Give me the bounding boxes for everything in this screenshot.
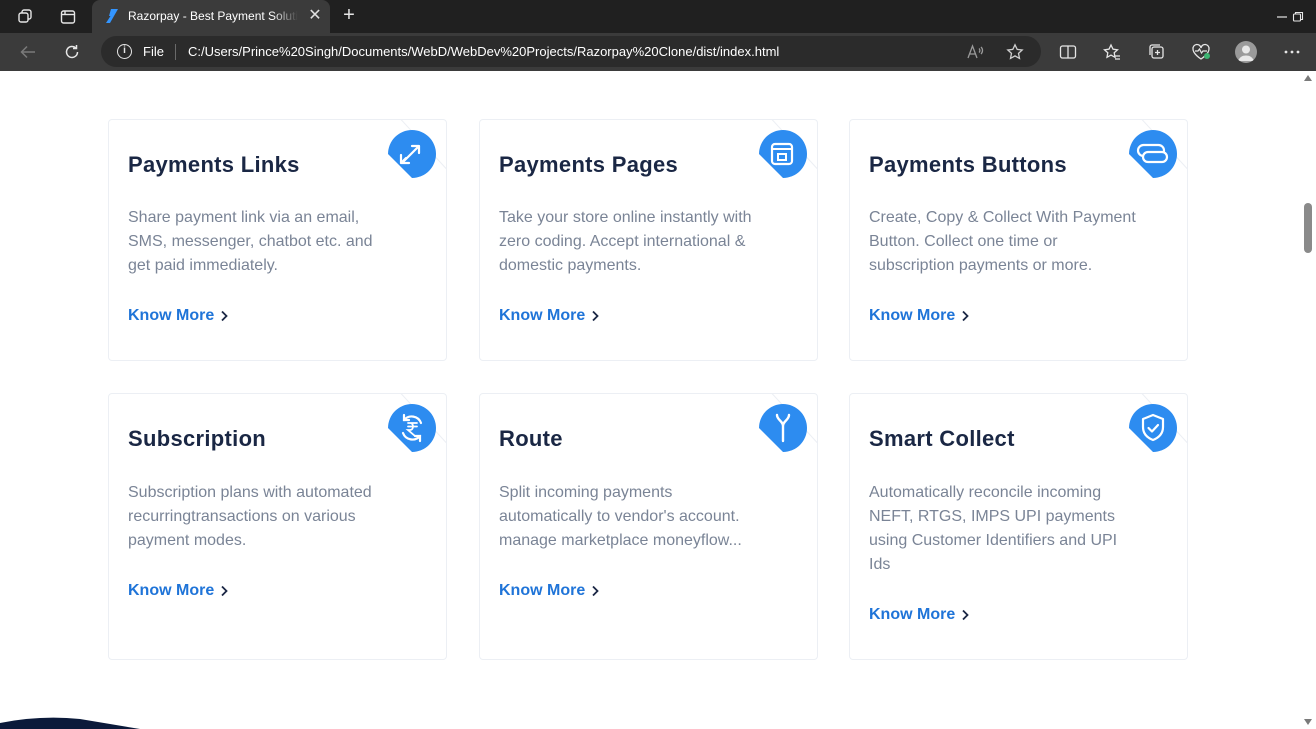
payment-button-icon xyxy=(1129,130,1177,178)
card-payments-links: Payments Links Share payment link via an… xyxy=(108,119,447,361)
know-more-link[interactable]: Know More xyxy=(499,307,599,325)
tab-actions-icon[interactable] xyxy=(57,6,79,28)
url-text[interactable]: C:/Users/Prince%20Singh/Documents/WebD/W… xyxy=(188,44,779,59)
page-viewport: Payments Links Share payment link via an… xyxy=(0,71,1316,729)
card-route: Route Split incoming payments automatica… xyxy=(479,393,818,660)
card-title: Payments Pages xyxy=(499,152,679,177)
card-title: Payments Buttons xyxy=(869,152,1067,177)
shield-check-icon xyxy=(1129,404,1177,452)
restore-icon[interactable] xyxy=(1287,6,1309,28)
know-more-label: Know More xyxy=(499,307,586,324)
chevron-right-icon xyxy=(962,310,969,322)
know-more-link[interactable]: Know More xyxy=(128,307,228,325)
card-description: Automatically reconcile incoming NEFT, R… xyxy=(869,484,1118,573)
browser-essentials-icon[interactable] xyxy=(1189,41,1213,63)
know-more-link[interactable]: Know More xyxy=(869,606,969,624)
know-more-label: Know More xyxy=(128,582,215,599)
file-label: File xyxy=(143,44,164,59)
close-tab-icon[interactable]: ✕ xyxy=(306,7,324,25)
card-description: Subscription plans with automated recurr… xyxy=(128,484,372,549)
profile-avatar[interactable] xyxy=(1235,41,1257,63)
card-smart-collect: Smart Collect Automatically reconcile in… xyxy=(849,393,1188,660)
card-description: Take your store online instantly with ze… xyxy=(499,209,752,274)
browser-tab-active[interactable]: Razorpay - Best Payment Solution for Onl… xyxy=(92,0,330,33)
next-section-edge xyxy=(0,717,140,729)
rupee-cycle-icon xyxy=(388,404,436,452)
route-split-icon xyxy=(759,404,807,452)
card-description: Create, Copy & Collect With Payment Butt… xyxy=(869,209,1136,274)
chevron-right-icon xyxy=(221,310,228,322)
card-payments-buttons: Payments Buttons Create, Copy & Collect … xyxy=(849,119,1188,361)
know-more-label: Know More xyxy=(869,606,956,623)
split-screen-icon[interactable] xyxy=(1056,41,1080,63)
chevron-right-icon xyxy=(962,609,969,621)
know-more-label: Know More xyxy=(499,582,586,599)
info-icon[interactable]: i xyxy=(117,44,132,59)
payment-link-icon xyxy=(388,130,436,178)
card-title: Route xyxy=(499,426,563,451)
know-more-link[interactable]: Know More xyxy=(499,582,599,600)
page-scrollbar[interactable] xyxy=(1300,71,1316,729)
scroll-up-arrow-icon[interactable] xyxy=(1304,75,1312,81)
know-more-label: Know More xyxy=(128,307,215,324)
chevron-right-icon xyxy=(592,585,599,597)
refresh-icon[interactable] xyxy=(60,41,84,63)
card-subscription: Subscription Subscription plans with aut… xyxy=(108,393,447,660)
know-more-link[interactable]: Know More xyxy=(128,582,228,600)
favorites-icon[interactable] xyxy=(1100,41,1124,63)
tab-title: Razorpay - Best Payment Solution for Onl… xyxy=(128,9,298,23)
chevron-right-icon xyxy=(592,310,599,322)
more-options-icon[interactable] xyxy=(1280,41,1304,63)
scroll-down-arrow-icon[interactable] xyxy=(1304,719,1312,725)
card-description: Share payment link via an email, SMS, me… xyxy=(128,209,373,274)
card-payments-pages: Payments Pages Take your store online in… xyxy=(479,119,818,361)
scroll-thumb[interactable] xyxy=(1304,203,1312,253)
back-arrow-icon[interactable] xyxy=(16,41,40,63)
new-tab-button[interactable]: + xyxy=(338,5,360,27)
workspaces-icon[interactable] xyxy=(15,6,37,28)
card-description: Split incoming payments automatically to… xyxy=(499,484,742,549)
chevron-right-icon xyxy=(221,585,228,597)
browser-title-bar: Razorpay - Best Payment Solution for Onl… xyxy=(0,0,1316,33)
card-title: Payments Links xyxy=(128,152,300,177)
favorite-star-icon[interactable] xyxy=(1005,42,1025,62)
read-aloud-icon[interactable] xyxy=(965,42,985,62)
know-more-label: Know More xyxy=(869,307,956,324)
address-divider xyxy=(175,44,176,60)
collections-icon[interactable] xyxy=(1145,41,1169,63)
browser-toolbar: i File C:/Users/Prince%20Singh/Documents… xyxy=(0,33,1316,71)
payment-page-icon xyxy=(759,130,807,178)
know-more-link[interactable]: Know More xyxy=(869,307,969,325)
razorpay-logo-icon xyxy=(106,9,118,23)
card-title: Smart Collect xyxy=(869,426,1015,451)
address-bar[interactable]: i File C:/Users/Prince%20Singh/Documents… xyxy=(101,36,1041,67)
card-title: Subscription xyxy=(128,426,267,451)
